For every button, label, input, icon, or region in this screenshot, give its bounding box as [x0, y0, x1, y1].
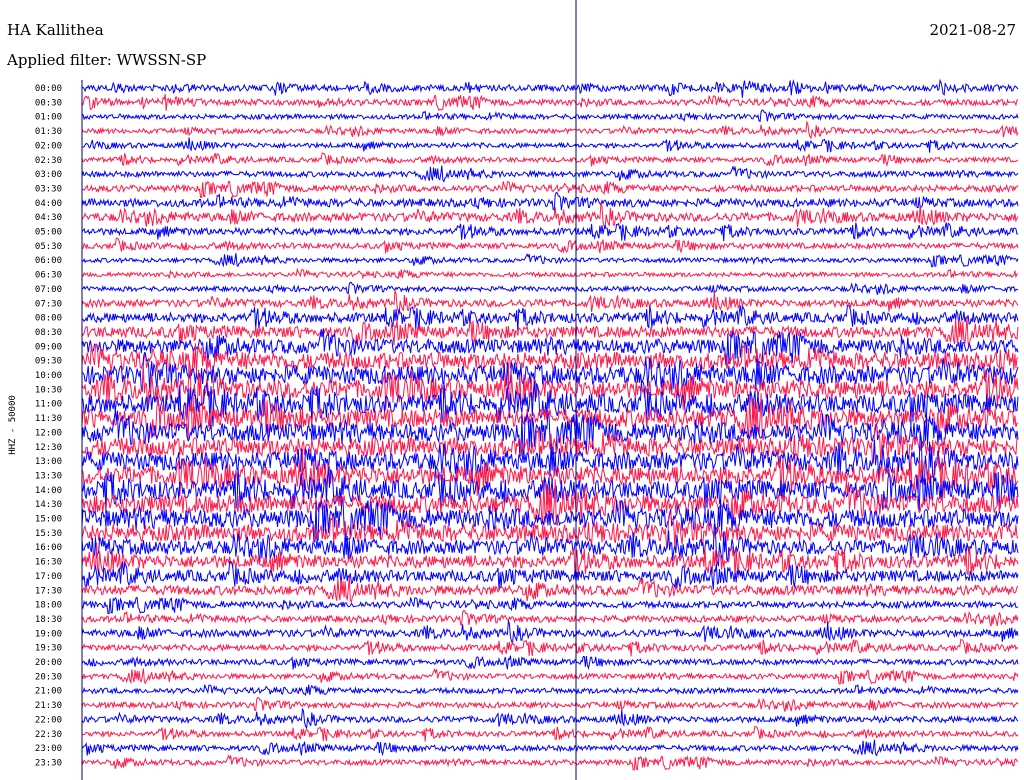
trace-line: [81, 180, 1019, 198]
trace-layer: [81, 78, 1019, 771]
time-label: 19:00: [35, 629, 62, 639]
trace-line: [81, 560, 1019, 590]
trace-line: [81, 725, 1019, 742]
time-label: 23:00: [35, 744, 62, 754]
time-label: 09:00: [35, 342, 62, 352]
trace-line: [81, 152, 1019, 167]
trace-line: [81, 78, 1019, 98]
trace-line: [81, 667, 1019, 685]
time-label: 02:00: [35, 141, 62, 151]
trace-line: [81, 202, 1019, 229]
trace-line: [81, 754, 1019, 771]
time-label: 14:30: [35, 500, 62, 510]
time-label: 17:00: [35, 572, 62, 582]
time-label: 00:30: [35, 98, 62, 108]
time-label: 10:00: [35, 371, 62, 381]
time-label: 03:00: [35, 170, 62, 180]
trace-line: [81, 609, 1019, 627]
time-label: 04:00: [35, 199, 62, 209]
time-label: 00:00: [35, 84, 62, 94]
time-label: 02:30: [35, 156, 62, 166]
time-label: 18:30: [35, 615, 62, 625]
time-label: 12:30: [35, 443, 62, 453]
time-label: 13:30: [35, 471, 62, 481]
time-label: 21:00: [35, 687, 62, 697]
trace-line: [81, 655, 1019, 671]
trace-line: [81, 252, 1019, 268]
trace-line: [81, 739, 1019, 757]
time-label: 07:30: [35, 299, 62, 309]
trace-line: [81, 109, 1019, 123]
time-label: 14:00: [35, 486, 62, 496]
time-label: 22:00: [35, 715, 62, 725]
time-label: 20:30: [35, 672, 62, 682]
time-label: 04:30: [35, 213, 62, 223]
trace-line: [81, 267, 1019, 280]
time-label: 08:30: [35, 328, 62, 338]
time-label: 16:00: [35, 543, 62, 553]
time-label: 10:30: [35, 385, 62, 395]
time-label: 12:00: [35, 428, 62, 438]
time-label: 06:30: [35, 271, 62, 281]
trace-line: [81, 137, 1019, 153]
time-label: 16:30: [35, 558, 62, 568]
time-label: 05:00: [35, 228, 62, 238]
trace-line: [81, 410, 1019, 457]
time-label: 20:00: [35, 658, 62, 668]
trace-line: [81, 620, 1019, 646]
time-label: 11:00: [35, 400, 62, 410]
time-label: 18:00: [35, 601, 62, 611]
trace-line: [81, 222, 1019, 242]
trace-line: [81, 191, 1019, 212]
time-label: 11:30: [35, 414, 62, 424]
time-label: 07:00: [35, 285, 62, 295]
time-label: 15:30: [35, 529, 62, 539]
time-label: 03:30: [35, 184, 62, 194]
trace-line: [81, 596, 1019, 615]
time-label: 05:30: [35, 242, 62, 252]
trace-line: [81, 638, 1019, 657]
trace-line: [81, 684, 1019, 697]
channel-label: HHZ - 50000: [8, 395, 18, 455]
time-label: 08:00: [35, 314, 62, 324]
time-label: 23:30: [35, 758, 62, 768]
trace-line: [81, 237, 1019, 254]
trace-line: [81, 93, 1019, 112]
time-label: 01:30: [35, 127, 62, 137]
time-label: 09:30: [35, 357, 62, 367]
trace-line: [81, 696, 1019, 712]
time-label: 17:30: [35, 586, 62, 596]
trace-line: [81, 120, 1019, 140]
trace-line: [81, 281, 1019, 295]
time-label-layer: 00:00 00:30 01:00 01:30 02:00 02:30 03:00 03:30…: [35, 84, 62, 768]
time-label: 21:30: [35, 701, 62, 711]
trace-line: [81, 165, 1019, 183]
time-label: 06:00: [35, 256, 62, 266]
time-label: 01:00: [35, 113, 62, 123]
time-label: 19:30: [35, 644, 62, 654]
time-label: 22:30: [35, 730, 62, 740]
time-label: 13:00: [35, 457, 62, 467]
trace-line: [81, 708, 1019, 730]
trace-line: [81, 511, 1019, 549]
time-label: 15:00: [35, 515, 62, 525]
helicorder-plot: 00:00 00:30 01:00 01:30 02:00 02:30 03:00 03:30…: [8, 0, 1019, 780]
